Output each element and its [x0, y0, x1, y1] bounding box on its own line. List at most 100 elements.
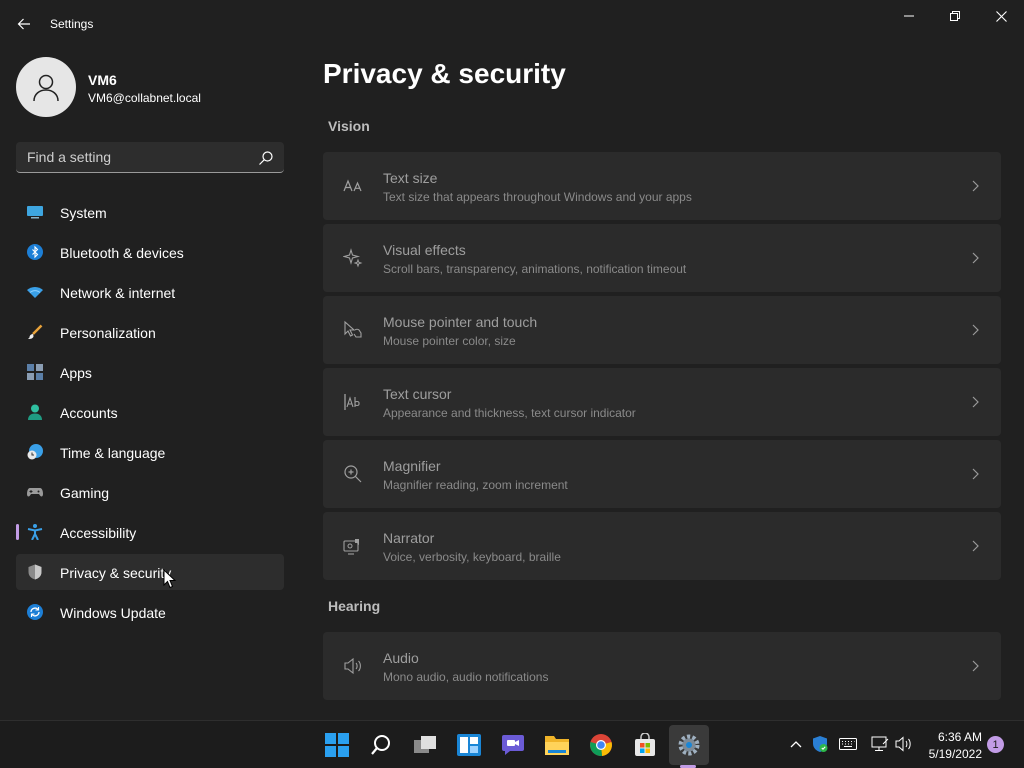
- sidebar-item-personalization[interactable]: Personalization: [16, 314, 284, 350]
- sidebar-item-bluetooth-devices[interactable]: Bluetooth & devices: [16, 234, 284, 270]
- avatar[interactable]: [16, 57, 76, 117]
- setting-card-visual-effects[interactable]: Visual effects Scroll bars, transparency…: [323, 224, 1001, 292]
- sidebar-item-label: Personalization: [60, 325, 156, 341]
- card-title: Text cursor: [383, 386, 452, 402]
- notification-badge[interactable]: 1: [987, 736, 1004, 753]
- sidebar-item-label: Time & language: [60, 445, 166, 461]
- sidebar-item-label: System: [60, 205, 107, 221]
- speaker-icon: [344, 657, 361, 675]
- card-title: Narrator: [383, 530, 435, 546]
- card-title: Visual effects: [383, 242, 466, 258]
- selection-indicator: [16, 524, 19, 540]
- search-icon[interactable]: [258, 150, 274, 166]
- magnifier-icon: [344, 465, 362, 483]
- card-title: Audio: [383, 650, 419, 666]
- sidebar-item-label: Network & internet: [60, 285, 176, 301]
- chrome-button[interactable]: [581, 725, 621, 765]
- card-subtitle: Mouse pointer color, size: [383, 334, 516, 348]
- close-button[interactable]: [978, 0, 1024, 32]
- network-tray-button[interactable]: [869, 733, 891, 755]
- update-icon: [27, 604, 43, 620]
- sidebar-item-label: Bluetooth & devices: [60, 245, 184, 261]
- brush-icon: [28, 324, 43, 339]
- chevron-right-icon: [972, 180, 979, 192]
- file-explorer-button[interactable]: [537, 725, 577, 765]
- security-tray-button[interactable]: [809, 733, 831, 755]
- sidebar-item-network[interactable]: Network & internet: [16, 274, 284, 310]
- wifi-icon: [27, 287, 43, 298]
- sidebar-item-time-language[interactable]: Time & language: [16, 434, 284, 470]
- card-subtitle: Mono audio, audio notifications: [383, 670, 549, 684]
- sidebar-item-label: Windows Update: [60, 605, 166, 621]
- sidebar-item-label: Accounts: [60, 405, 118, 421]
- setting-card-mouse-pointer[interactable]: Mouse pointer and touch Mouse pointer co…: [323, 296, 1001, 364]
- sidebar-item-accounts[interactable]: Accounts: [16, 394, 284, 430]
- sidebar-item-system[interactable]: System: [16, 194, 284, 230]
- card-subtitle: Text size that appears throughout Window…: [383, 190, 692, 204]
- search-box[interactable]: [16, 142, 284, 173]
- chevron-right-icon: [972, 252, 979, 264]
- card-title: Text size: [383, 170, 438, 186]
- volume-tray-button[interactable]: [893, 733, 915, 755]
- card-title: Magnifier: [383, 458, 441, 474]
- start-button[interactable]: [317, 725, 357, 765]
- sidebar-item-accessibility[interactable]: Accessibility: [16, 514, 284, 550]
- card-subtitle: Voice, verbosity, keyboard, braille: [383, 550, 561, 564]
- setting-card-text-size[interactable]: Text size Text size that appears through…: [323, 152, 1001, 220]
- start-icon: [325, 733, 349, 757]
- widgets-icon: [457, 734, 481, 756]
- text-size-icon: [343, 179, 362, 192]
- section-heading-vision: Vision: [328, 118, 370, 134]
- sidebar-item-label: Accessibility: [60, 525, 137, 541]
- person-icon: [28, 404, 42, 420]
- chat-icon: [502, 735, 524, 755]
- sidebar-item-apps[interactable]: Apps: [16, 354, 284, 390]
- sidebar-item-privacy-security[interactable]: Privacy & security: [16, 554, 284, 590]
- chat-button[interactable]: [493, 725, 533, 765]
- minimize-icon: [904, 15, 914, 17]
- minimize-button[interactable]: [886, 0, 932, 32]
- back-arrow-icon: [17, 18, 30, 30]
- search-input[interactable]: [16, 142, 256, 172]
- store-icon: [635, 733, 655, 756]
- gamepad-icon: [27, 488, 43, 497]
- chevron-right-icon: [972, 468, 979, 480]
- card-subtitle: Magnifier reading, zoom increment: [383, 478, 568, 492]
- taskbar-search-button[interactable]: [361, 725, 401, 765]
- chevron-right-icon: [972, 324, 979, 336]
- sidebar-item-gaming[interactable]: Gaming: [16, 474, 284, 510]
- settings-app-button[interactable]: [669, 725, 709, 765]
- shield-icon: [28, 564, 42, 580]
- chevron-right-icon: [972, 396, 979, 408]
- setting-card-text-cursor[interactable]: Text cursor Appearance and thickness, te…: [323, 368, 1001, 436]
- clock-time[interactable]: 6:36 AM: [928, 730, 982, 744]
- settings-icon: [678, 734, 700, 756]
- page-title: Privacy & security: [323, 58, 566, 89]
- restore-button[interactable]: [932, 0, 978, 32]
- chevron-right-icon: [972, 540, 979, 552]
- pointer-touch-icon: [344, 320, 362, 338]
- defender-shield-icon: [813, 736, 828, 752]
- network-icon: [871, 736, 889, 751]
- close-icon: [995, 10, 1007, 22]
- setting-card-audio[interactable]: Audio Mono audio, audio notifications: [323, 632, 1001, 700]
- setting-card-narrator[interactable]: Narrator Voice, verbosity, keyboard, bra…: [323, 512, 1001, 580]
- widgets-button[interactable]: [449, 725, 489, 765]
- task-view-icon: [414, 736, 436, 753]
- app-title: Settings: [50, 17, 94, 31]
- keyboard-icon: [839, 738, 857, 750]
- keyboard-tray-button[interactable]: [837, 733, 859, 755]
- task-view-button[interactable]: [405, 725, 445, 765]
- user-name: VM6: [88, 72, 117, 88]
- show-hidden-icons-button[interactable]: [785, 733, 807, 755]
- back-button[interactable]: [10, 12, 38, 36]
- person-icon: [33, 74, 59, 102]
- clock-date[interactable]: 5/19/2022: [918, 747, 982, 761]
- sidebar-item-windows-update[interactable]: Windows Update: [16, 594, 284, 630]
- taskbar: 6:36 AM 5/19/2022 1: [0, 720, 1024, 768]
- setting-card-magnifier[interactable]: Magnifier Magnifier reading, zoom increm…: [323, 440, 1001, 508]
- chevron-right-icon: [972, 660, 979, 672]
- store-button[interactable]: [625, 725, 665, 765]
- card-subtitle: Scroll bars, transparency, animations, n…: [383, 262, 687, 276]
- sidebar-item-label: Privacy & security: [60, 565, 172, 581]
